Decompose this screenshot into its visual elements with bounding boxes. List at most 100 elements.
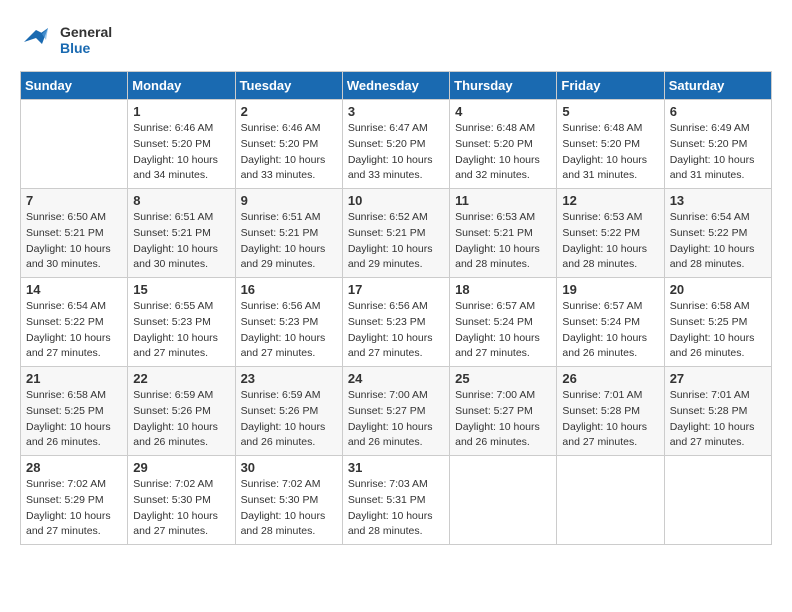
calendar-cell: 23Sunrise: 6:59 AMSunset: 5:26 PMDayligh… <box>235 367 342 456</box>
day-number: 5 <box>562 104 658 119</box>
day-number: 12 <box>562 193 658 208</box>
column-header-thursday: Thursday <box>450 72 557 100</box>
day-info: Sunrise: 7:01 AMSunset: 5:28 PMDaylight:… <box>562 388 658 451</box>
calendar-header-row: SundayMondayTuesdayWednesdayThursdayFrid… <box>21 72 772 100</box>
calendar-cell: 19Sunrise: 6:57 AMSunset: 5:24 PMDayligh… <box>557 278 664 367</box>
day-info: Sunrise: 6:56 AMSunset: 5:23 PMDaylight:… <box>348 299 444 362</box>
day-info: Sunrise: 7:00 AMSunset: 5:27 PMDaylight:… <box>348 388 444 451</box>
day-number: 8 <box>133 193 229 208</box>
calendar-cell: 25 Sunrise: 7:00 AMSunset: 5:27 PMDayligh… <box>450 367 557 456</box>
day-info: Sunrise: 7:00 AMSunset: 5:27 PMDaylight:… <box>455 388 551 451</box>
day-number: 16 <box>241 282 337 297</box>
calendar-cell: 24 Sunrise: 7:00 AMSunset: 5:27 PMDayligh… <box>342 367 449 456</box>
page-header: General Blue <box>20 20 772 61</box>
day-number: 4 <box>455 104 551 119</box>
day-number: 1 <box>133 104 229 119</box>
column-header-tuesday: Tuesday <box>235 72 342 100</box>
calendar-cell: 22Sunrise: 6:59 AMSunset: 5:26 PMDayligh… <box>128 367 235 456</box>
calendar-cell: 14 Sunrise: 6:54 AMSunset: 5:22 PMDayligh… <box>21 278 128 367</box>
day-info: Sunrise: 7:02 AMSunset: 5:30 PMDaylight:… <box>133 477 229 540</box>
day-number: 27 <box>670 371 766 386</box>
calendar-cell <box>664 456 771 545</box>
calendar-cell: 8 Sunrise: 6:51 AMSunset: 5:21 PMDaylight… <box>128 189 235 278</box>
day-number: 30 <box>241 460 337 475</box>
day-number: 6 <box>670 104 766 119</box>
calendar-cell: 10Sunrise: 6:52 AMSunset: 5:21 PMDayligh… <box>342 189 449 278</box>
day-info: Sunrise: 6:57 AMSunset: 5:24 PMDaylight:… <box>562 299 658 362</box>
day-number: 11 <box>455 193 551 208</box>
day-number: 18 <box>455 282 551 297</box>
calendar-cell <box>557 456 664 545</box>
day-info: Sunrise: 6:59 AMSunset: 5:26 PMDaylight:… <box>241 388 337 451</box>
calendar-cell: 4Sunrise: 6:48 AMSunset: 5:20 PMDaylight… <box>450 100 557 189</box>
day-info: Sunrise: 6:47 AMSunset: 5:20 PMDaylight:… <box>348 121 444 184</box>
calendar-week-row: 21 Sunrise: 6:58 AMSunset: 5:25 PMDayligh… <box>21 367 772 456</box>
day-info: Sunrise: 6:58 AMSunset: 5:25 PMDaylight:… <box>26 388 122 451</box>
calendar-week-row: 28 Sunrise: 7:02 AMSunset: 5:29 PMDayligh… <box>21 456 772 545</box>
column-header-monday: Monday <box>128 72 235 100</box>
calendar-cell: 17 Sunrise: 6:56 AMSunset: 5:23 PMDayligh… <box>342 278 449 367</box>
day-info: Sunrise: 7:02 AMSunset: 5:30 PMDaylight:… <box>241 477 337 540</box>
calendar-cell: 16Sunrise: 6:56 AMSunset: 5:23 PMDayligh… <box>235 278 342 367</box>
day-info: Sunrise: 7:02 AMSunset: 5:29 PMDaylight:… <box>26 477 122 540</box>
calendar-cell: 1 Sunrise: 6:46 AMSunset: 5:20 PMDaylight… <box>128 100 235 189</box>
day-number: 28 <box>26 460 122 475</box>
day-number: 25 <box>455 371 551 386</box>
calendar-cell: 20 Sunrise: 6:58 AMSunset: 5:25 PMDayligh… <box>664 278 771 367</box>
calendar-cell: 7 Sunrise: 6:50 AMSunset: 5:21 PMDaylight… <box>21 189 128 278</box>
day-info: Sunrise: 6:57 AMSunset: 5:24 PMDaylight:… <box>455 299 551 362</box>
day-number: 24 <box>348 371 444 386</box>
day-info: Sunrise: 6:46 AMSunset: 5:20 PMDaylight:… <box>133 121 229 184</box>
day-info: Sunrise: 6:49 AMSunset: 5:20 PMDaylight:… <box>670 121 766 184</box>
column-header-saturday: Saturday <box>664 72 771 100</box>
column-header-sunday: Sunday <box>21 72 128 100</box>
day-info: Sunrise: 6:59 AMSunset: 5:26 PMDaylight:… <box>133 388 229 451</box>
day-info: Sunrise: 6:50 AMSunset: 5:21 PMDaylight:… <box>26 210 122 273</box>
calendar-week-row: 1 Sunrise: 6:46 AMSunset: 5:20 PMDaylight… <box>21 100 772 189</box>
calendar-cell: 30 Sunrise: 7:02 AMSunset: 5:30 PMDayligh… <box>235 456 342 545</box>
day-number: 31 <box>348 460 444 475</box>
calendar-cell: 28 Sunrise: 7:02 AMSunset: 5:29 PMDayligh… <box>21 456 128 545</box>
day-info: Sunrise: 6:53 AMSunset: 5:22 PMDaylight:… <box>562 210 658 273</box>
day-info: Sunrise: 6:51 AMSunset: 5:21 PMDaylight:… <box>241 210 337 273</box>
calendar-cell: 2Sunrise: 6:46 AMSunset: 5:20 PMDaylight… <box>235 100 342 189</box>
day-info: Sunrise: 6:55 AMSunset: 5:23 PMDaylight:… <box>133 299 229 362</box>
day-info: Sunrise: 7:01 AMSunset: 5:28 PMDaylight:… <box>670 388 766 451</box>
day-info: Sunrise: 6:53 AMSunset: 5:21 PMDaylight:… <box>455 210 551 273</box>
calendar-cell: 27 Sunrise: 7:01 AMSunset: 5:28 PMDayligh… <box>664 367 771 456</box>
calendar-cell: 21 Sunrise: 6:58 AMSunset: 5:25 PMDayligh… <box>21 367 128 456</box>
day-number: 13 <box>670 193 766 208</box>
day-number: 26 <box>562 371 658 386</box>
day-info: Sunrise: 6:58 AMSunset: 5:25 PMDaylight:… <box>670 299 766 362</box>
day-number: 9 <box>241 193 337 208</box>
day-number: 3 <box>348 104 444 119</box>
calendar-cell: 11 Sunrise: 6:53 AMSunset: 5:21 PMDayligh… <box>450 189 557 278</box>
day-number: 17 <box>348 282 444 297</box>
calendar-cell: 12 Sunrise: 6:53 AMSunset: 5:22 PMDayligh… <box>557 189 664 278</box>
logo-icon <box>20 20 56 61</box>
calendar-cell <box>21 100 128 189</box>
day-info: Sunrise: 6:54 AMSunset: 5:22 PMDaylight:… <box>670 210 766 273</box>
day-number: 21 <box>26 371 122 386</box>
calendar-cell: 18 Sunrise: 6:57 AMSunset: 5:24 PMDayligh… <box>450 278 557 367</box>
calendar-cell: 29 Sunrise: 7:02 AMSunset: 5:30 PMDayligh… <box>128 456 235 545</box>
day-info: Sunrise: 6:51 AMSunset: 5:21 PMDaylight:… <box>133 210 229 273</box>
calendar-cell: 3 Sunrise: 6:47 AMSunset: 5:20 PMDaylight… <box>342 100 449 189</box>
calendar-table: SundayMondayTuesdayWednesdayThursdayFrid… <box>20 71 772 545</box>
calendar-cell: 13 Sunrise: 6:54 AMSunset: 5:22 PMDayligh… <box>664 189 771 278</box>
calendar-cell: 9 Sunrise: 6:51 AMSunset: 5:21 PMDaylight… <box>235 189 342 278</box>
day-info: Sunrise: 6:54 AMSunset: 5:22 PMDaylight:… <box>26 299 122 362</box>
calendar-cell: 5Sunrise: 6:48 AMSunset: 5:20 PMDaylight… <box>557 100 664 189</box>
calendar-cell: 15 Sunrise: 6:55 AMSunset: 5:23 PMDayligh… <box>128 278 235 367</box>
day-info: Sunrise: 7:03 AMSunset: 5:31 PMDaylight:… <box>348 477 444 540</box>
logo: General Blue <box>20 20 112 61</box>
day-number: 20 <box>670 282 766 297</box>
calendar-week-row: 14 Sunrise: 6:54 AMSunset: 5:22 PMDayligh… <box>21 278 772 367</box>
calendar-cell <box>450 456 557 545</box>
day-number: 15 <box>133 282 229 297</box>
day-number: 29 <box>133 460 229 475</box>
calendar-cell: 26 Sunrise: 7:01 AMSunset: 5:28 PMDayligh… <box>557 367 664 456</box>
day-number: 14 <box>26 282 122 297</box>
day-number: 7 <box>26 193 122 208</box>
column-header-friday: Friday <box>557 72 664 100</box>
